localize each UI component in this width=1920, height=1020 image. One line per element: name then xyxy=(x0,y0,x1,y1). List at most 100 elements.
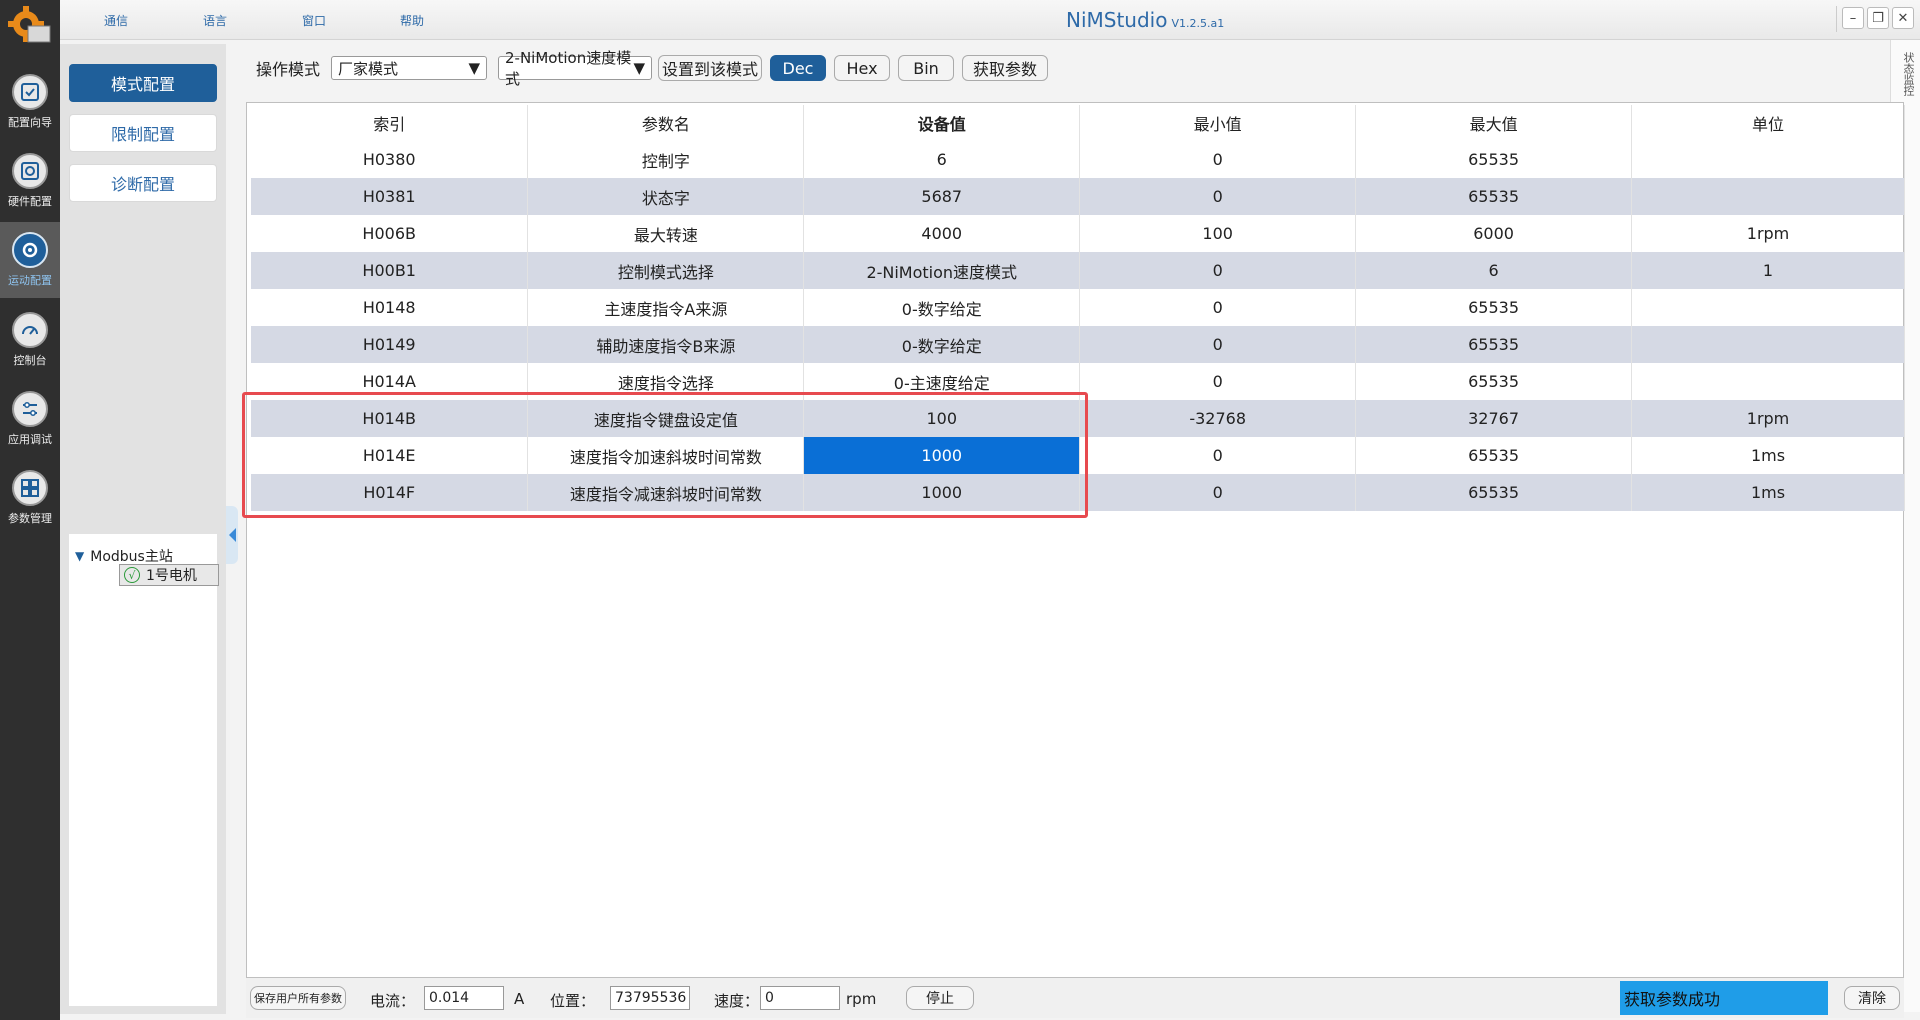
diag-config-button[interactable]: 诊断配置 xyxy=(69,164,217,202)
menu-window[interactable]: 窗口 xyxy=(302,12,326,29)
limit-config-button[interactable]: 限制配置 xyxy=(69,114,217,152)
collapse-panel-handle[interactable] xyxy=(226,506,238,564)
cell-device-value[interactable]: 0-数字给定 xyxy=(803,289,1081,326)
hex-button[interactable]: Hex xyxy=(834,55,890,81)
cell-index[interactable]: H0380 xyxy=(251,141,529,178)
cell-unit[interactable]: 1rpm xyxy=(1631,400,1905,437)
operation-mode-select[interactable]: 厂家模式 ▼ xyxy=(331,56,487,80)
table-row[interactable]: H0148 主速度指令A来源 0-数字给定 0 65535 xyxy=(251,289,1905,326)
control-mode-select[interactable]: 2-NiMotion速度模式 ▼ xyxy=(498,49,652,88)
cell-name[interactable]: 控制字 xyxy=(527,141,805,178)
tree-root-modbus-master[interactable]: ▼ Modbus主站 xyxy=(75,546,173,566)
cell-max[interactable]: 65535 xyxy=(1355,178,1633,215)
bin-button[interactable]: Bin xyxy=(898,55,954,81)
column-header-device-value[interactable]: 设备值 xyxy=(803,105,1081,141)
cell-max[interactable]: 65535 xyxy=(1355,437,1633,474)
cell-unit[interactable]: 1ms xyxy=(1631,474,1905,511)
table-row[interactable]: H014F 速度指令减速斜坡时间常数 1000 0 65535 1ms xyxy=(251,474,1905,511)
status-monitor-tab[interactable]: 状态监控 xyxy=(1896,52,1916,96)
cell-max[interactable]: 6000 xyxy=(1355,215,1633,252)
table-row[interactable]: H014E 速度指令加速斜坡时间常数 1000 0 65535 1ms xyxy=(251,437,1905,474)
nav-hardware-config[interactable]: 硬件配置 xyxy=(0,143,60,219)
cell-index[interactable]: H0149 xyxy=(251,326,529,363)
cell-device-value[interactable]: 1000 xyxy=(803,437,1081,474)
cell-min[interactable]: 0 xyxy=(1079,474,1357,511)
cell-max[interactable]: 65535 xyxy=(1355,141,1633,178)
tree-item-motor-1[interactable]: √ 1号电机 xyxy=(119,564,219,586)
clear-button[interactable]: 清除 xyxy=(1844,986,1900,1010)
cell-name[interactable]: 辅助速度指令B来源 xyxy=(527,326,805,363)
save-all-params-button[interactable]: 保存用户所有参数 xyxy=(250,986,346,1010)
table-row[interactable]: H0380 控制字 6 0 65535 xyxy=(251,141,1905,178)
restore-button[interactable]: ❐ xyxy=(1867,7,1889,29)
cell-index[interactable]: H014A xyxy=(251,363,529,400)
cell-index[interactable]: H006B xyxy=(251,215,529,252)
table-row[interactable]: H014A 速度指令选择 0-主速度给定 0 65535 xyxy=(251,363,1905,400)
cell-device-value[interactable]: 1000 xyxy=(803,474,1081,511)
cell-unit[interactable] xyxy=(1631,289,1905,326)
nav-motion-config[interactable]: 运动配置 xyxy=(0,222,60,298)
cell-device-value[interactable]: 0-主速度给定 xyxy=(803,363,1081,400)
table-row[interactable]: H006B 最大转速 4000 100 6000 1rpm xyxy=(251,215,1905,252)
cell-max[interactable]: 6 xyxy=(1355,252,1633,289)
table-row[interactable]: H00B1 控制模式选择 2-NiMotion速度模式 0 6 1 xyxy=(251,252,1905,289)
get-params-button[interactable]: 获取参数 xyxy=(962,55,1048,81)
cell-min[interactable]: 0 xyxy=(1079,326,1357,363)
expand-caret-icon[interactable]: ▼ xyxy=(75,549,84,563)
minimize-button[interactable]: – xyxy=(1842,7,1864,29)
column-header-index[interactable]: 索引 xyxy=(251,105,529,141)
cell-device-value[interactable]: 6 xyxy=(803,141,1081,178)
cell-unit[interactable] xyxy=(1631,178,1905,215)
position-field[interactable]: 73795536 xyxy=(610,986,690,1010)
set-mode-button[interactable]: 设置到该模式 xyxy=(658,55,762,81)
cell-unit[interactable] xyxy=(1631,326,1905,363)
cell-unit[interactable]: 1rpm xyxy=(1631,215,1905,252)
cell-name[interactable]: 状态字 xyxy=(527,178,805,215)
cell-index[interactable]: H014F xyxy=(251,474,529,511)
dec-button[interactable]: Dec xyxy=(770,55,826,81)
cell-unit[interactable]: 1ms xyxy=(1631,437,1905,474)
cell-min[interactable]: 0 xyxy=(1079,363,1357,400)
cell-device-value[interactable]: 4000 xyxy=(803,215,1081,252)
cell-min[interactable]: 0 xyxy=(1079,252,1357,289)
nav-app-debug[interactable]: 应用调试 xyxy=(0,381,60,457)
menu-comm[interactable]: 通信 xyxy=(104,12,128,29)
cell-min[interactable]: 100 xyxy=(1079,215,1357,252)
column-header-name[interactable]: 参数名 xyxy=(527,105,805,141)
cell-name[interactable]: 速度指令键盘设定值 xyxy=(527,400,805,437)
cell-device-value[interactable]: 2-NiMotion速度模式 xyxy=(803,252,1081,289)
cell-index[interactable]: H014E xyxy=(251,437,529,474)
table-row[interactable]: H0381 状态字 5687 0 65535 xyxy=(251,178,1905,215)
cell-name[interactable]: 速度指令减速斜坡时间常数 xyxy=(527,474,805,511)
cell-device-value[interactable]: 100 xyxy=(803,400,1081,437)
nav-console[interactable]: 控制台 xyxy=(0,302,60,378)
cell-min[interactable]: 0 xyxy=(1079,437,1357,474)
menu-language[interactable]: 语言 xyxy=(203,12,227,29)
cell-min[interactable]: -32768 xyxy=(1079,400,1357,437)
cell-name[interactable]: 最大转速 xyxy=(527,215,805,252)
close-button[interactable]: ✕ xyxy=(1892,7,1914,29)
mode-config-button[interactable]: 模式配置 xyxy=(69,64,217,102)
cell-unit[interactable]: 1 xyxy=(1631,252,1905,289)
cell-name[interactable]: 速度指令选择 xyxy=(527,363,805,400)
cell-min[interactable]: 0 xyxy=(1079,141,1357,178)
cell-index[interactable]: H00B1 xyxy=(251,252,529,289)
cell-device-value[interactable]: 5687 xyxy=(803,178,1081,215)
cell-name[interactable]: 主速度指令A来源 xyxy=(527,289,805,326)
stop-button[interactable]: 停止 xyxy=(906,986,974,1010)
nav-param-manage[interactable]: 参数管理 xyxy=(0,460,60,536)
table-row[interactable]: H014B 速度指令键盘设定值 100 -32768 32767 1rpm xyxy=(251,400,1905,437)
cell-device-value[interactable]: 0-数字给定 xyxy=(803,326,1081,363)
cell-max[interactable]: 65535 xyxy=(1355,326,1633,363)
cell-index[interactable]: H014B xyxy=(251,400,529,437)
cell-name[interactable]: 控制模式选择 xyxy=(527,252,805,289)
current-field[interactable]: 0.014 xyxy=(424,986,504,1010)
speed-field[interactable]: 0 xyxy=(760,986,840,1010)
column-header-unit[interactable]: 单位 xyxy=(1631,105,1905,141)
nav-config-wizard[interactable]: 配置向导 xyxy=(0,64,60,140)
cell-name[interactable]: 速度指令加速斜坡时间常数 xyxy=(527,437,805,474)
cell-unit[interactable] xyxy=(1631,363,1905,400)
column-header-min[interactable]: 最小值 xyxy=(1079,105,1357,141)
cell-max[interactable]: 32767 xyxy=(1355,400,1633,437)
cell-max[interactable]: 65535 xyxy=(1355,363,1633,400)
